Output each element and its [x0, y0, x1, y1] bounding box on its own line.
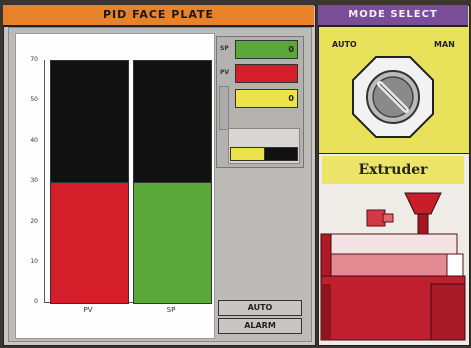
output-label-strip — [219, 86, 229, 130]
sp-label: SP — [220, 45, 229, 52]
mode-select-title: MODE SELECT — [318, 5, 468, 27]
auto-mode-label: AUTO — [332, 40, 357, 49]
output-gauge-fill — [230, 147, 265, 161]
pv-bar-label: PV — [83, 306, 93, 314]
pv-bar-empty — [50, 60, 129, 183]
y-tick: 0 — [34, 298, 38, 305]
base-leg-left — [321, 284, 331, 340]
sp-bar-label: SP — [166, 306, 176, 314]
drive-block — [366, 209, 386, 227]
y-tick: 70 — [30, 56, 38, 63]
drive-coupling — [382, 213, 394, 223]
y-tick: 50 — [30, 96, 38, 103]
extruder-graphic — [320, 192, 466, 341]
die-head — [446, 253, 464, 277]
sp-bar-fill — [133, 182, 212, 304]
output-gauge-empty — [264, 147, 298, 161]
y-tick: 10 — [30, 258, 38, 265]
y-axis — [44, 60, 45, 303]
sp-value-display[interactable]: 0 — [235, 40, 298, 59]
base-cabinet — [430, 283, 466, 341]
y-tick: 30 — [30, 177, 38, 184]
auto-button[interactable]: AUTO — [218, 300, 302, 316]
pv-bar-fill — [50, 182, 129, 304]
sp-bar-empty — [133, 60, 212, 183]
mode-selector-switch[interactable] — [348, 52, 438, 142]
alarm-button[interactable]: ALARM — [218, 318, 302, 334]
hmi-screen: PID FACE PLATE 70 50 40 30 20 10 0 PV SP… — [0, 0, 471, 348]
pv-label: PV — [220, 69, 230, 76]
hopper-icon — [404, 192, 442, 215]
extruder-title: Extruder — [322, 156, 464, 184]
motor-housing — [320, 233, 332, 277]
pv-value-display — [235, 64, 298, 83]
barrel-top — [328, 233, 458, 255]
hopper-neck — [417, 213, 429, 235]
y-tick: 40 — [30, 137, 38, 144]
y-tick: 20 — [30, 218, 38, 225]
man-mode-label: MAN — [434, 40, 455, 49]
pid-faceplate-title: PID FACE PLATE — [3, 5, 314, 27]
output-value-display[interactable]: 0 — [235, 89, 298, 108]
barrel-middle — [328, 253, 448, 277]
